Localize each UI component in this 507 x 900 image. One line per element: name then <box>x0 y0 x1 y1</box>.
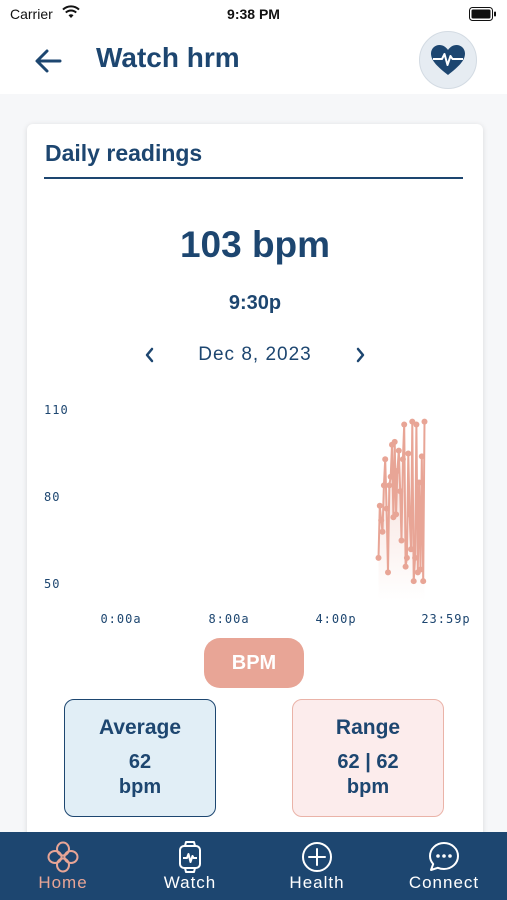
data-point <box>421 418 428 425</box>
y-tick-label: 80 <box>44 490 60 504</box>
data-point <box>378 517 385 524</box>
data-point <box>403 554 410 561</box>
bpm-metric-button[interactable]: BPM <box>204 638 304 688</box>
average-card: Average 62 bpm <box>64 699 216 817</box>
tab-connect-label: Connect <box>408 873 480 892</box>
data-point <box>413 421 420 428</box>
x-tick-label: 0:00a <box>100 612 141 626</box>
data-point <box>406 511 413 518</box>
average-value: 62 <box>128 751 152 773</box>
y-tick-label: 50 <box>44 577 60 591</box>
x-tick-label: 4:00p <box>315 612 356 626</box>
data-point <box>391 438 398 445</box>
tab-watch[interactable]: Watch <box>127 832 253 900</box>
data-point <box>417 566 424 573</box>
data-point <box>416 479 423 486</box>
data-point <box>420 578 427 585</box>
average-title: Average <box>98 716 182 739</box>
y-tick-label: 110 <box>44 403 69 417</box>
x-tick-label: 8:00a <box>208 612 249 626</box>
data-point <box>401 421 408 428</box>
tab-connect[interactable]: Connect <box>381 832 507 900</box>
chat-bubble-icon <box>429 842 459 871</box>
tab-health[interactable]: Health <box>254 832 380 900</box>
data-point <box>385 569 391 576</box>
data-point <box>395 447 402 454</box>
data-point <box>387 473 394 480</box>
data-point <box>402 563 409 570</box>
data-point <box>405 450 412 457</box>
data-point <box>380 482 387 489</box>
data-point <box>383 505 390 512</box>
data-point <box>394 467 401 474</box>
plus-circle-icon <box>302 842 332 872</box>
average-unit: bpm <box>118 776 162 798</box>
range-card: Range 62 | 62 bpm <box>292 699 444 817</box>
data-point <box>410 578 417 585</box>
data-point <box>375 554 382 561</box>
data-point <box>412 554 419 561</box>
data-point <box>382 456 389 463</box>
range-title: Range <box>335 716 401 739</box>
data-point <box>379 528 386 535</box>
home-flower-icon <box>47 841 79 873</box>
data-point <box>386 482 393 489</box>
data-point <box>418 453 425 460</box>
bottom-tab-bar: Home Watch Health Connect <box>0 832 507 900</box>
range-unit: bpm <box>346 776 390 798</box>
data-point <box>376 502 383 509</box>
tab-home[interactable]: Home <box>0 832 126 900</box>
tab-watch-label: Watch <box>163 873 217 892</box>
tab-home-label: Home <box>38 873 88 892</box>
watch-icon <box>179 841 201 873</box>
data-point <box>393 511 400 518</box>
x-tick-label: 23:59p <box>421 612 470 626</box>
heart-rate-chart: 50 80 110 0:00a 8:00a 4:00p 23:59p <box>44 403 470 626</box>
data-point <box>397 488 404 495</box>
data-point <box>408 546 414 553</box>
tab-health-label: Health <box>289 873 345 892</box>
range-value: 62 | 62 <box>337 751 399 773</box>
data-point <box>399 456 406 463</box>
data-point <box>398 537 405 544</box>
